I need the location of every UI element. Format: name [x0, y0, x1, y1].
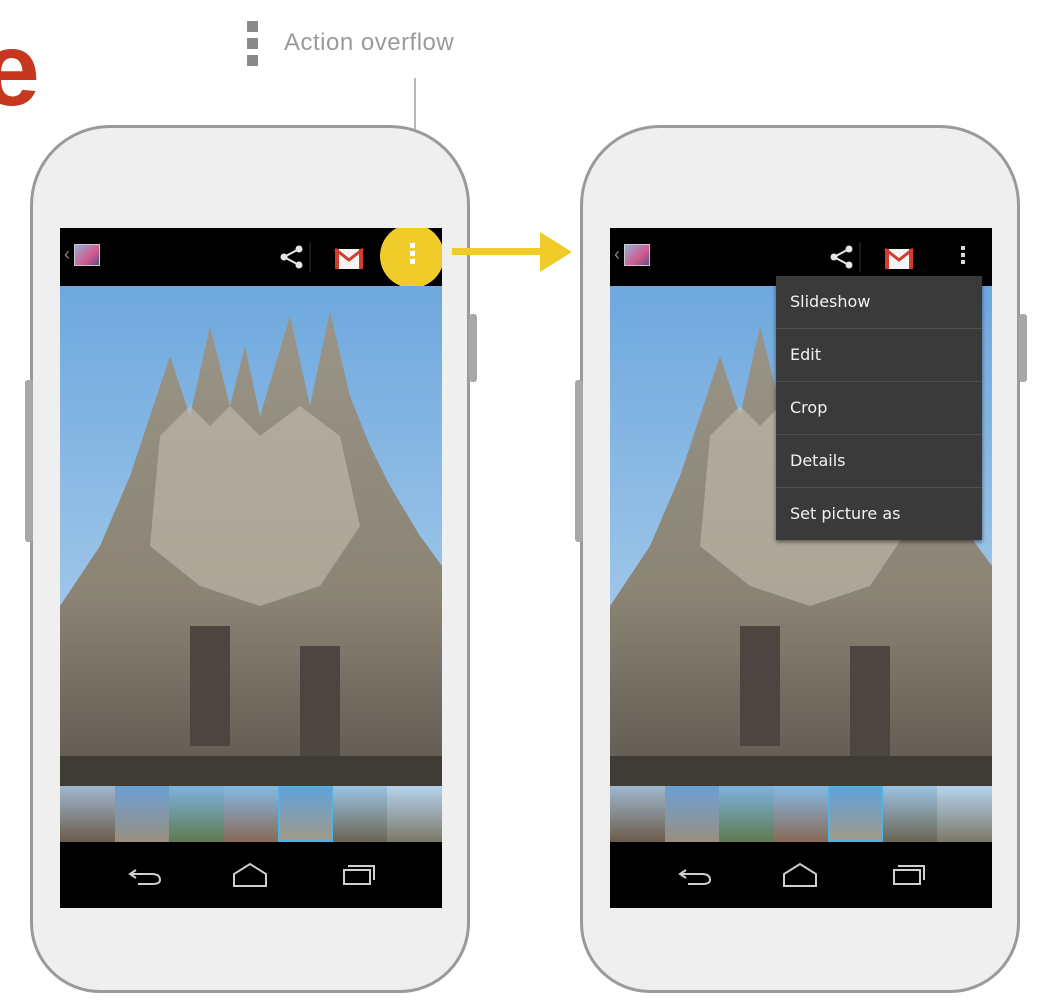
- overflow-menu-icon[interactable]: [380, 228, 442, 264]
- filmstrip-thumb[interactable]: [937, 786, 992, 842]
- power-button: [469, 314, 477, 382]
- filmstrip-thumb[interactable]: [114, 786, 170, 842]
- photo: [60, 286, 442, 786]
- navigation-bar: [610, 842, 992, 908]
- filmstrip-thumb[interactable]: [169, 786, 224, 842]
- phone-screen: ‹: [60, 228, 442, 908]
- transition-arrow-line: [452, 248, 544, 255]
- menu-item-slideshow[interactable]: Slideshow: [776, 276, 982, 329]
- photo-thumbnail-icon[interactable]: [624, 244, 650, 266]
- recents-nav-icon[interactable]: [888, 862, 928, 888]
- action-overflow-callout: Action overflow: [247, 14, 454, 72]
- filmstrip-thumb[interactable]: [332, 786, 388, 842]
- back-nav-icon[interactable]: [676, 864, 716, 888]
- recents-nav-icon[interactable]: [338, 862, 378, 888]
- filmstrip-thumb[interactable]: [610, 786, 665, 842]
- share-icon[interactable]: [822, 240, 862, 274]
- overflow-menu-icon: [247, 20, 258, 66]
- gmail-icon[interactable]: [332, 242, 366, 272]
- back-icon[interactable]: ‹: [614, 244, 620, 265]
- filmstrip-thumb[interactable]: [60, 786, 115, 842]
- menu-item-edit[interactable]: Edit: [776, 329, 982, 382]
- phone-right: ‹ Slideshow Edit Crop Details Set pictur…: [575, 125, 1027, 993]
- filmstrip-thumb-selected[interactable]: [278, 786, 333, 842]
- filmstrip-thumb[interactable]: [387, 786, 442, 842]
- navigation-bar: [60, 842, 442, 908]
- overflow-menu-icon[interactable]: [945, 238, 981, 274]
- transition-arrow-icon: [540, 232, 572, 272]
- power-button: [1019, 314, 1027, 382]
- callout-label: Action overflow: [284, 29, 455, 56]
- share-icon[interactable]: [272, 240, 312, 274]
- volume-button: [25, 380, 33, 542]
- back-icon[interactable]: ‹: [64, 244, 70, 265]
- home-nav-icon[interactable]: [780, 860, 820, 890]
- menu-item-details[interactable]: Details: [776, 435, 982, 488]
- phone-screen: ‹: [610, 228, 992, 908]
- menu-item-crop[interactable]: Crop: [776, 382, 982, 435]
- overflow-menu: Slideshow Edit Crop Details Set picture …: [776, 276, 982, 540]
- filmstrip-thumb-selected[interactable]: [828, 786, 883, 842]
- filmstrip[interactable]: [610, 786, 992, 842]
- volume-button: [575, 380, 583, 542]
- cropped-heading-letter: e: [0, 12, 40, 128]
- filmstrip-thumb[interactable]: [773, 786, 829, 842]
- overflow-highlight: [380, 228, 442, 288]
- photo-thumbnail-icon[interactable]: [74, 244, 100, 266]
- filmstrip-thumb[interactable]: [719, 786, 774, 842]
- gmail-icon[interactable]: [882, 242, 916, 272]
- filmstrip-thumb[interactable]: [223, 786, 279, 842]
- filmstrip[interactable]: [60, 786, 442, 842]
- home-nav-icon[interactable]: [230, 860, 270, 890]
- filmstrip-thumb[interactable]: [664, 786, 720, 842]
- action-bar: ‹: [60, 228, 442, 288]
- filmstrip-thumb[interactable]: [882, 786, 938, 842]
- menu-item-set-picture-as[interactable]: Set picture as: [776, 488, 982, 540]
- back-nav-icon[interactable]: [126, 864, 166, 888]
- phone-left: ‹: [25, 125, 477, 993]
